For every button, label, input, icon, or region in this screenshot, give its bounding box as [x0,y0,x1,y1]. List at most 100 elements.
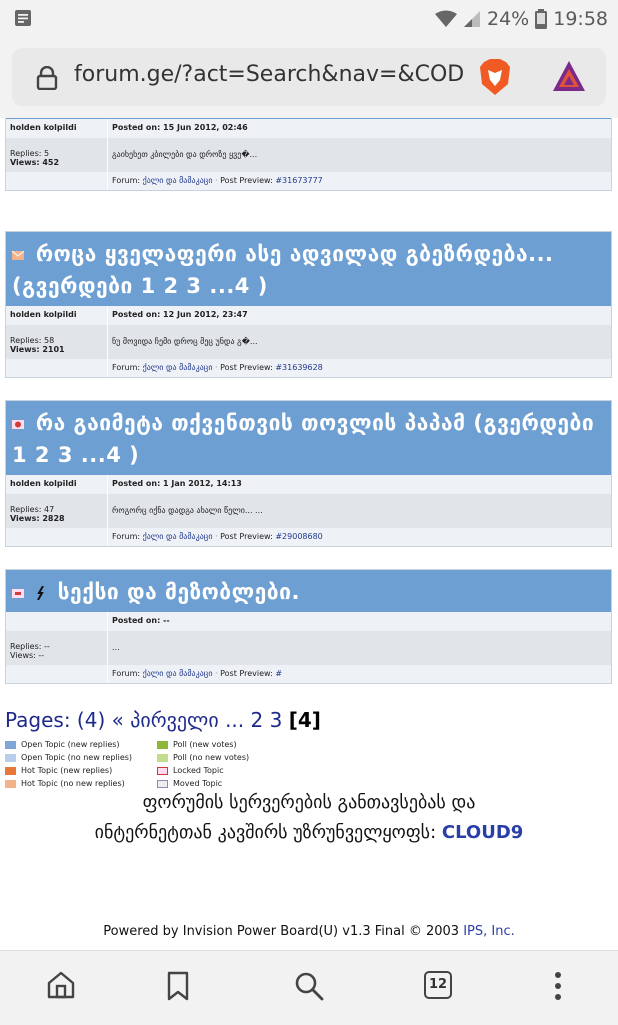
search-icon[interactable] [294,971,324,1001]
status-bar: 24% 19:58 [0,0,618,38]
hosting-notice: ფორუმის სერვერების განთავსებას და ინტერნ… [0,788,618,848]
topic-title[interactable]: როცა ყველაფერი ასე ადვილად გბეზრდება... … [12,242,554,298]
topic-preview-text: ნუ მოვიდა ჩემი დროც მეც უნდა გ�... [112,337,258,346]
forum-label: Forum: [112,363,141,372]
topic-posted-date: Posted on: 1 Jan 2012, 14:13 [112,479,242,488]
ips-link[interactable]: IPS, Inc. [463,924,515,939]
notification-icon [15,10,31,26]
topic-title-bar: რა გაიმეტა თქვენთვის თოვლის პაპამ (გვერდ… [6,401,611,475]
pagination-ellipsis: ... [225,708,245,732]
topic-posted-date: Posted on: -- [112,616,170,625]
pagination: Pages: (4) « პირველი ... 2 3 [4] [5,708,321,732]
legend-item: Locked Topic [157,766,224,775]
legend-item: Poll (new votes) [157,740,237,749]
topic-views: Views: -- [10,651,45,660]
topic-meta-row: holden kolpildi Posted on: 15 Jun 2012, … [6,119,611,138]
topic-card: როცა ყველაფერი ასე ადვილად გბეზრდება... … [5,231,612,378]
open-icon [5,753,16,762]
topic-author[interactable]: holden kolpildi [6,306,108,325]
legend-item: Poll (no new votes) [157,753,249,762]
rewards-triangle-icon[interactable] [552,60,586,92]
locked-icon [157,766,168,775]
hosting-line-2: ინტერნეტთან კავშირს უზრუნველყოფს: [94,822,437,843]
topic-body-row: Replies: 5 Views: 452 გაიხეხეთ კბილები დ… [6,138,611,172]
topic-posted-date: Posted on: 15 Jun 2012, 02:46 [112,123,248,132]
topic-replies: Replies: -- [10,642,50,651]
menu-dots-icon[interactable] [553,971,563,1001]
topic-views: Views: 452 [10,158,60,167]
browser-toolbar: forum.ge/?act=Search&nav=&CODE= [0,38,618,118]
forum-link[interactable]: ქალი და მამაკაცი [143,176,213,185]
topic-stats: Replies: 47 Views: 2828 [6,494,108,528]
clock: 19:58 [553,8,608,30]
tabs-count-button[interactable]: 12 [424,971,452,999]
page-link-2[interactable]: 2 [251,708,264,732]
home-icon[interactable] [46,971,76,999]
topic-card: რა გაიმეტა თქვენთვის თოვლის პაპამ (გვერდ… [5,400,612,547]
topic-preview-text: გაიხეხეთ კბილები და დროზე ყვე�... [112,150,258,159]
forum-link[interactable]: ქალი და მამაკაცი [143,669,213,678]
lock-icon [36,66,58,90]
post-preview-link[interactable]: # [275,669,282,678]
current-page: [4] [288,708,321,732]
topic-forum-row: Forum: ქალი და მამაკაცი · Post Preview: … [6,359,611,377]
topic-card: holden kolpildi Posted on: 15 Jun 2012, … [5,118,612,191]
topic-forum-row: Forum: ქალი და მამაკაცი · Post Preview: … [6,665,611,683]
topic-author[interactable]: holden kolpildi [6,119,108,138]
battery-icon [535,9,548,29]
legend-item: Open Topic (no new replies) [5,753,132,762]
forum-label: Forum: [112,669,141,678]
topic-forum-row: Forum: ქალი და მამაკაცი · Post Preview: … [6,528,611,546]
hot-new-icon [5,766,16,775]
post-preview-link[interactable]: #31673777 [275,176,322,185]
topic-author[interactable] [6,612,108,631]
post-preview-link[interactable]: #31639628 [275,363,322,372]
hosting-line-1: ფორუმის სერვერების განთავსებას და [142,792,476,813]
legend-item: Open Topic (new replies) [5,740,120,749]
post-preview-label: Post Preview: [220,532,273,541]
moved-icon [157,779,168,788]
topic-meta-row: holden kolpildi Posted on: 1 Jan 2012, 1… [6,475,611,494]
topic-card: სექსი და მეზობლები. Posted on: -- Replie… [5,569,612,684]
poll-icon [157,753,168,762]
address-bar[interactable]: forum.ge/?act=Search&nav=&CODE= [12,48,606,106]
topic-replies: Replies: 47 [10,505,55,514]
topic-meta-row: Posted on: -- [6,612,611,631]
forum-label: Forum: [112,176,141,185]
topic-stats: Replies: 58 Views: 2101 [6,325,108,359]
url-text[interactable]: forum.ge/?act=Search&nav=&CODE= [74,62,464,87]
forum-link[interactable]: ქალი და მამაკაცი [143,532,213,541]
bookmark-icon[interactable] [167,971,189,1001]
topic-views: Views: 2101 [10,345,65,354]
legend-item: Hot Topic (no new replies) [5,779,125,788]
forum-label: Forum: [112,532,141,541]
brave-shield-icon[interactable] [478,58,512,96]
topic-author[interactable]: holden kolpildi [6,475,108,494]
post-preview-label: Post Preview: [220,363,273,372]
page-link-3[interactable]: 3 [270,708,283,732]
pages-label: Pages: (4) [5,708,106,732]
topic-title[interactable]: სექსი და მეზობლები. [58,580,300,604]
topic-preview-text: ... [112,643,120,652]
topic-replies: Replies: 58 [10,336,55,345]
post-preview-link[interactable]: #29008680 [275,532,322,541]
locked-topic-icon [12,419,24,429]
topic-views: Views: 2828 [10,514,65,523]
topic-body-row: Replies: 47 Views: 2828 როგორც იქნა დადგ… [6,494,611,528]
topic-title-bar: სექსი და მეზობლები. [6,570,611,612]
moved-topic-icon [12,588,24,598]
battery-percent: 24% [487,8,530,30]
post-preview-label: Post Preview: [220,669,273,678]
legend-item: Hot Topic (new replies) [5,766,112,775]
powered-by: Powered by Invision Power Board(U) v1.3 … [0,924,618,939]
topic-body-row: Replies: -- Views: -- ... [6,631,611,665]
page-content: holden kolpildi Posted on: 15 Jun 2012, … [0,118,618,950]
first-page-link[interactable]: « პირველი [112,708,219,732]
topic-title[interactable]: რა გაიმეტა თქვენთვის თოვლის პაპამ (გვერდ… [12,411,594,467]
forum-link[interactable]: ქალი და მამაკაცი [143,363,213,372]
topic-stats: Replies: -- Views: -- [6,631,108,665]
powered-text: Powered by Invision Power Board(U) v1.3 … [103,924,460,939]
post-preview-label: Post Preview: [220,176,273,185]
cloud9-link[interactable]: CLOUD9 [442,822,523,843]
signal-icon [464,11,480,27]
